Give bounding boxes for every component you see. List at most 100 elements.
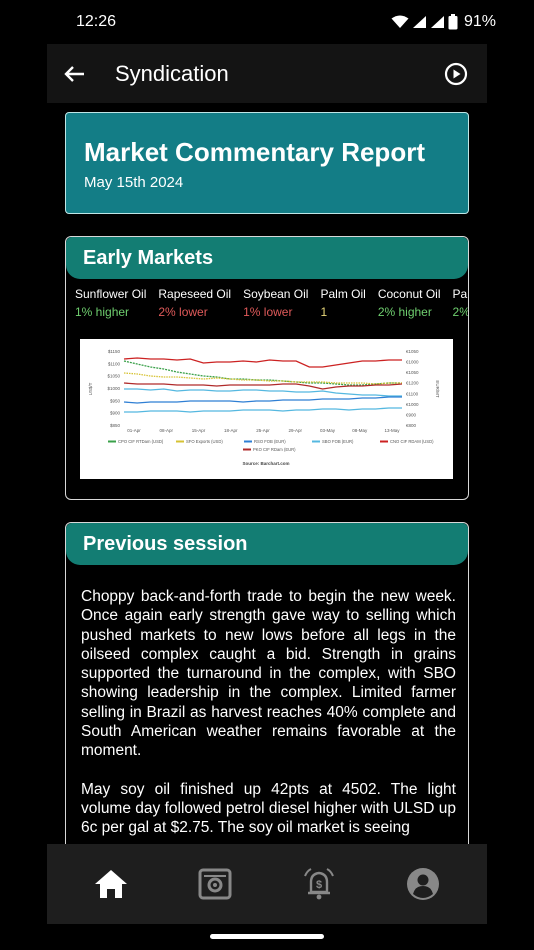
x-tick-label: 08-May <box>352 428 368 433</box>
market-item: Soybean Oil 1% lower <box>243 287 308 319</box>
battery-icon <box>448 14 458 30</box>
y2-axis-label: EUR/MT <box>435 380 440 397</box>
market-change: 1 <box>320 305 328 319</box>
series-line <box>123 357 402 368</box>
series-line <box>124 388 402 397</box>
alert-icon: $ <box>304 868 334 900</box>
series-line <box>123 372 402 385</box>
nav-account[interactable] <box>393 859 453 909</box>
market-change: 1% higher <box>75 305 130 319</box>
app-bar: Syndication <box>47 44 487 103</box>
series-line <box>123 360 402 386</box>
nav-alerts[interactable]: $ <box>289 859 349 909</box>
y-axis-label: US$/T <box>88 382 93 395</box>
y-tick-label: $1150 <box>108 349 121 354</box>
svg-text:$: $ <box>316 879 322 891</box>
x-tick-label: 29-Apr <box>288 428 302 433</box>
x-tick-label: 13-May <box>384 428 400 433</box>
content-scroll[interactable]: Market Commentary Report May 15th 2024 E… <box>47 103 487 844</box>
legend-label: SFO Exports (USD) <box>186 439 223 444</box>
y-tick-label: $1000 <box>107 386 120 391</box>
x-tick-label: 15-Apr <box>192 428 206 433</box>
status-right: 91% <box>391 13 496 31</box>
y-tick-label: $1100 <box>108 361 121 366</box>
x-tick-label: 18-Apr <box>224 428 238 433</box>
y2-tick-label: €1000 <box>406 402 419 407</box>
play-button[interactable] <box>435 53 477 95</box>
legend-swatch <box>176 440 184 443</box>
market-name: Rapeseed Oil <box>158 287 232 301</box>
play-circle-icon <box>444 62 468 85</box>
legend-swatch <box>312 440 320 443</box>
y2-tick-label: €1050 <box>406 370 419 375</box>
report-date: May 15th 2024 <box>84 174 184 191</box>
report-title: Market Commentary Report <box>84 137 425 167</box>
x-tick-label: 03-May <box>320 428 336 433</box>
series-line <box>123 396 402 404</box>
market-name: Palm <box>452 287 468 301</box>
y2-tick-label: €1000 <box>406 360 419 365</box>
battery-percent: 91% <box>463 13 496 30</box>
markets-chart: $1150 $1100 $1050 $1000 $950 $900 $850 €1050 €10… <box>80 339 453 479</box>
legend-label: PKO CIF RDam (EUR) <box>253 447 296 452</box>
status-time: 12:26 <box>76 13 117 30</box>
previous-session-card: Previous session Choppy back-and-forth t… <box>65 522 469 844</box>
y-tick-label: $850 <box>110 423 121 428</box>
arrow-back-icon <box>64 65 84 82</box>
bottom-nav: $ <box>47 844 487 924</box>
x-tick-label: 01-Apr <box>127 428 141 433</box>
report-header-card: Market Commentary Report May 15th 2024 <box>65 112 469 214</box>
y-tick-label: $900 <box>110 411 121 416</box>
y2-tick-label: €800 <box>406 423 417 428</box>
y-tick-label: $950 <box>110 398 121 403</box>
back-button[interactable] <box>53 53 95 95</box>
y-tick-label: $1050 <box>107 374 120 379</box>
y2-tick-label: €1050 <box>406 349 419 354</box>
markets-row[interactable]: Sunflower Oil 1% higher Rapeseed Oil 2% low… <box>66 287 468 319</box>
account-icon <box>407 868 439 900</box>
early-markets-card: Early Markets Sunflower Oil 1% higher Rape… <box>65 236 469 500</box>
market-item: Rapeseed Oil 2% lower <box>158 287 231 319</box>
market-name: Palm Oil <box>320 287 366 301</box>
series-line <box>123 382 403 390</box>
nav-watch[interactable] <box>185 859 245 909</box>
chart-source: Source: Barchart.com <box>242 461 289 466</box>
y2-tick-label: €1100 <box>406 391 419 396</box>
market-name: Soybean Oil <box>243 287 309 301</box>
status-icons <box>391 14 458 30</box>
y2-tick-label: €1200 <box>406 381 419 386</box>
signal-icon-2 <box>430 16 444 28</box>
legend-label: RSO FOB (EUR) <box>254 439 286 444</box>
previous-session-body: Choppy back-and-forth trade to begin the… <box>66 565 468 838</box>
legend-swatch <box>380 440 388 443</box>
legend-label: CNO CIF RDAM (USD) <box>390 439 434 444</box>
legend-label: CPO CIF RTDam (USD) <box>118 439 164 444</box>
x-tick-label: 08-Apr <box>159 428 173 433</box>
legend-swatch <box>108 440 116 443</box>
previous-session-heading: Previous session <box>66 523 468 565</box>
paragraph: Choppy back-and-forth trade to begin the… <box>81 588 456 760</box>
page-title: Syndication <box>115 60 229 86</box>
legend-label: SBO FOB (EUR) <box>322 439 354 444</box>
legend-swatch <box>243 448 251 451</box>
series-line <box>124 407 402 413</box>
market-change: 1% lower <box>243 305 293 319</box>
gesture-bar[interactable] <box>210 934 324 939</box>
market-change: 2% higher <box>377 305 432 319</box>
y2-tick-label: €900 <box>406 412 417 417</box>
home-icon <box>95 870 127 898</box>
signal-icon <box>412 16 426 28</box>
market-name: Coconut Oil <box>377 287 441 301</box>
price-chart: $1150 $1100 $1050 $1000 $950 $900 $850 €1050 €10… <box>88 349 440 466</box>
wifi-icon <box>391 15 409 28</box>
legend-swatch <box>244 440 252 443</box>
early-markets-heading: Early Markets <box>66 237 468 279</box>
x-tick-label: 25-Apr <box>256 428 270 433</box>
status-bar: 12:26 91% <box>0 0 534 44</box>
market-item: Sunflower Oil 1% higher <box>75 287 146 319</box>
nav-home[interactable] <box>81 859 141 909</box>
market-change: 2% lower <box>158 305 208 319</box>
market-change: 2% h <box>452 305 469 319</box>
market-item: Coconut Oil 2% higher <box>378 287 441 319</box>
paragraph: May soy oil finished up 42pts at 4502. T… <box>81 780 456 837</box>
